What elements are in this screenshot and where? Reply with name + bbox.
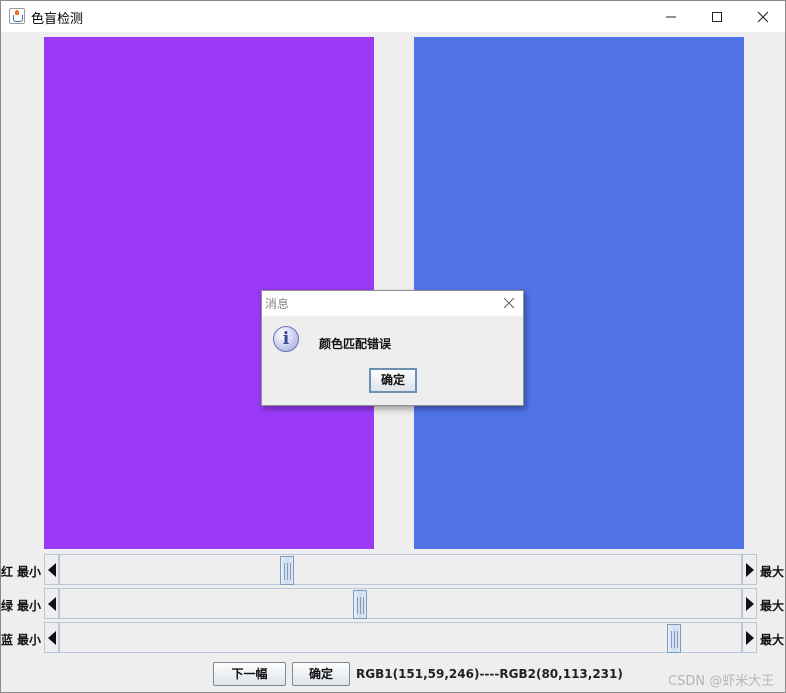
dialog-title: 消息 [265, 297, 290, 311]
minimize-icon [666, 16, 676, 18]
maximize-button[interactable] [694, 1, 740, 32]
red-max-label: 最大 [760, 565, 785, 579]
dialog-message: 颜色匹配错误 [319, 337, 392, 351]
dialog-title-bar[interactable]: 消息 [262, 291, 523, 316]
blue-max-label: 最大 [760, 633, 785, 647]
arrow-left-icon [48, 563, 56, 577]
confirm-button[interactable]: 确定 [292, 662, 350, 686]
arrow-right-icon [746, 563, 754, 577]
red-scroll-track[interactable] [59, 554, 742, 585]
green-scroll-track[interactable] [59, 588, 742, 619]
green-decrease-button[interactable] [44, 588, 59, 619]
title-bar[interactable]: 色盲检测 [1, 1, 785, 32]
arrow-right-icon [746, 597, 754, 611]
message-dialog: 消息 i 颜色匹配错误 确定 [261, 290, 524, 406]
close-button[interactable] [740, 1, 786, 32]
blue-channel-label: 蓝 [1, 633, 14, 647]
green-scroll-thumb[interactable] [353, 590, 367, 619]
arrow-left-icon [48, 631, 56, 645]
red-slider-row: 红最小 最大 [1, 554, 786, 587]
java-cup-icon [9, 8, 25, 24]
info-icon: i [273, 326, 299, 352]
red-scroll-thumb[interactable] [280, 556, 294, 585]
green-channel-label: 绿 [1, 599, 14, 613]
blue-scroll-thumb[interactable] [667, 624, 681, 653]
dialog-close-icon[interactable] [502, 296, 516, 310]
red-channel-label: 红 [1, 565, 14, 579]
next-image-button[interactable]: 下一幅 [213, 662, 286, 686]
red-decrease-button[interactable] [44, 554, 59, 585]
green-max-label: 最大 [760, 599, 785, 613]
green-increase-button[interactable] [742, 588, 757, 619]
blue-increase-button[interactable] [742, 622, 757, 653]
dialog-ok-button[interactable]: 确定 [369, 368, 417, 393]
arrow-left-icon [48, 597, 56, 611]
close-icon [757, 11, 769, 23]
arrow-right-icon [746, 631, 754, 645]
green-min-label: 最小 [17, 599, 42, 613]
green-slider-row: 绿最小 最大 [1, 588, 786, 621]
minimize-button[interactable] [648, 1, 694, 32]
blue-slider-row: 蓝最小 最大 [1, 622, 786, 655]
maximize-icon [712, 12, 722, 22]
green-scrollbar[interactable] [44, 588, 759, 621]
red-min-label: 最小 [17, 565, 42, 579]
blue-min-label: 最小 [17, 633, 42, 647]
red-increase-button[interactable] [742, 554, 757, 585]
blue-scrollbar[interactable] [44, 622, 759, 655]
red-scrollbar[interactable] [44, 554, 759, 587]
window-title: 色盲检测 [31, 12, 84, 27]
watermark: CSDN @虾米大王 [668, 674, 775, 689]
blue-decrease-button[interactable] [44, 622, 59, 653]
rgb-readout: RGB1(151,59,246)----RGB2(80,113,231) [356, 667, 623, 681]
blue-scroll-track[interactable] [59, 622, 742, 653]
